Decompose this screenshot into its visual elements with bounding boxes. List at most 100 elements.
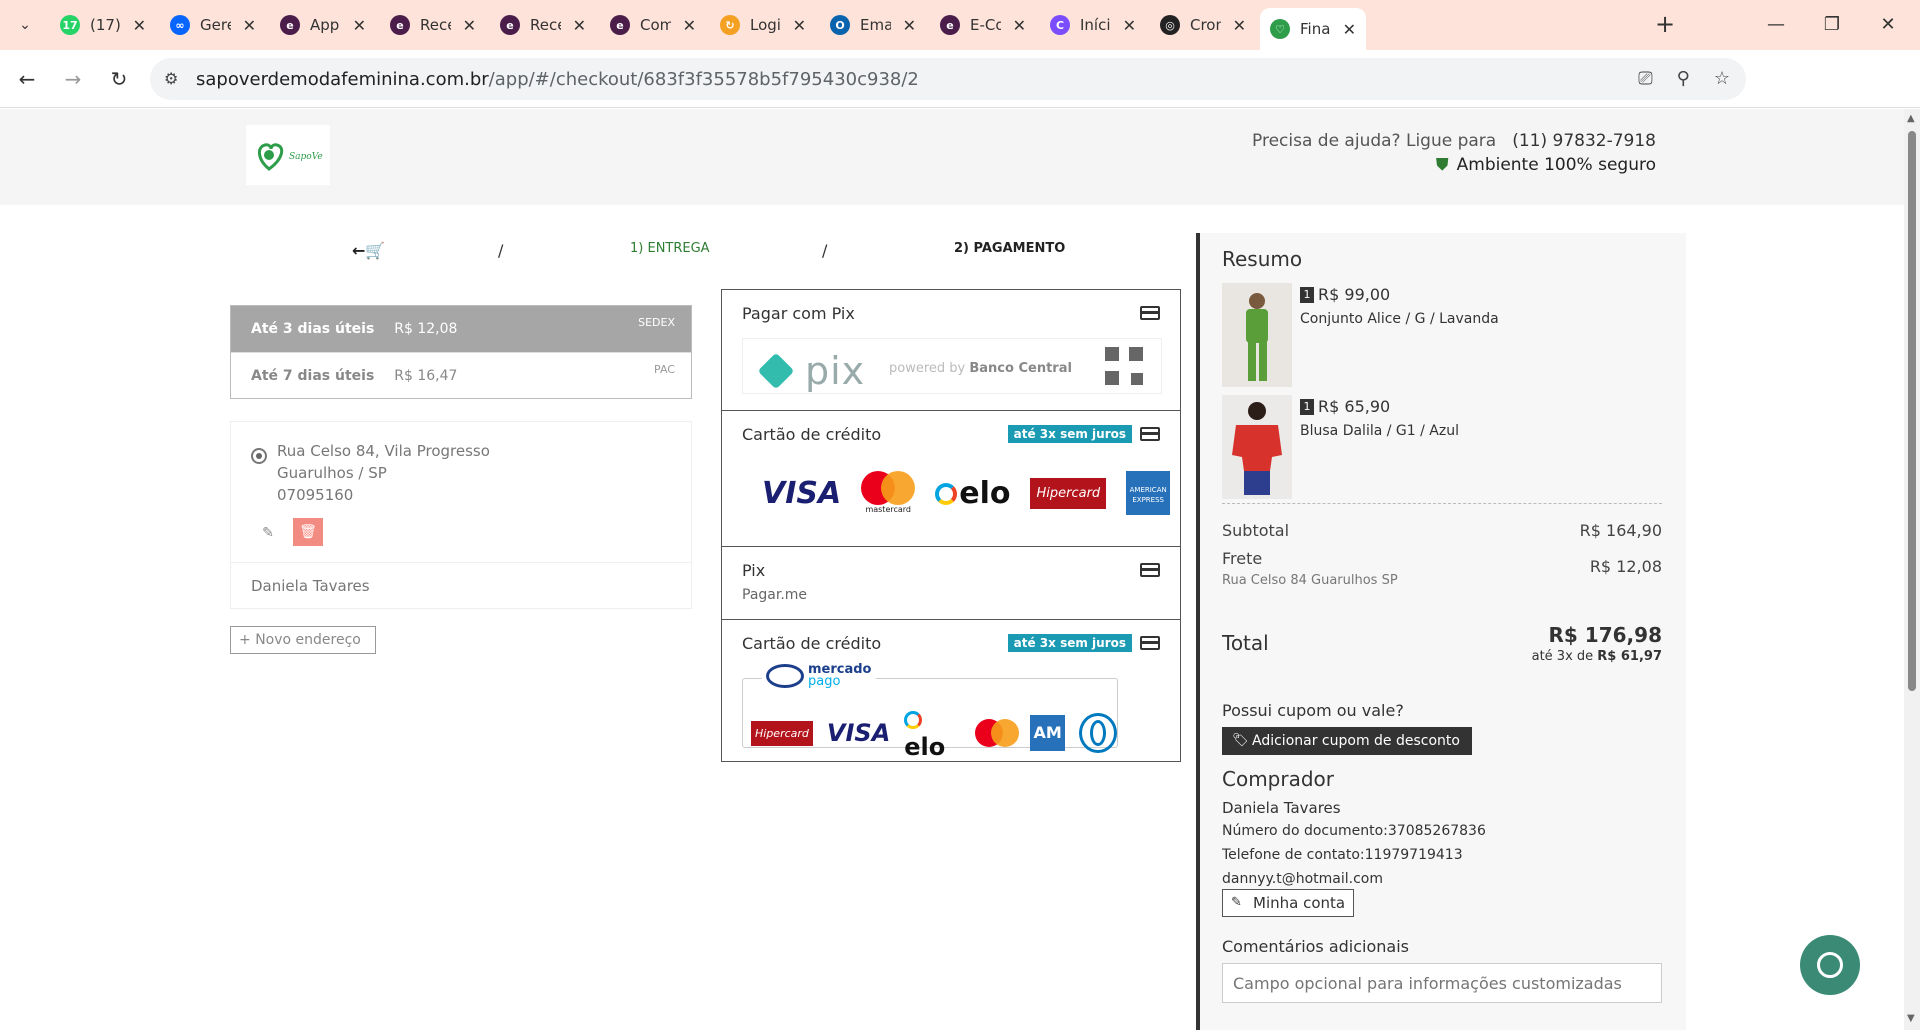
trash-icon[interactable]: 🗑: [293, 518, 323, 546]
tab-close-icon[interactable]: ✕: [683, 16, 696, 35]
product-image[interactable]: [1222, 395, 1292, 499]
diners-logo: [1079, 713, 1117, 753]
checkout-page: SapoVerde Precisa de ajuda? Ligue para (1…: [0, 109, 1920, 1030]
installments-value: R$ 61,97: [1597, 649, 1662, 664]
product-image[interactable]: [1222, 283, 1292, 387]
bookmark-star-icon[interactable]: ☆: [1714, 68, 1730, 89]
browser-tab[interactable]: e Como ✕: [600, 8, 706, 42]
back-to-cart-icon[interactable]: ←🛒: [352, 241, 385, 260]
item-price: R$ 65,90: [1318, 397, 1391, 416]
address-bar[interactable]: ⚙ sapoverdemodafeminina.com.br/app/#/che…: [150, 58, 1746, 100]
store-logo[interactable]: SapoVerde: [246, 125, 330, 185]
card-icon: [1140, 306, 1160, 320]
tab-close-icon[interactable]: ✕: [1013, 16, 1026, 35]
tab-close-icon[interactable]: ✕: [1343, 20, 1356, 39]
browser-tab[interactable]: e Recent ✕: [490, 8, 596, 42]
my-account-button[interactable]: ✎ Minha conta: [1222, 889, 1355, 917]
tab-favicon-icon: 17: [60, 15, 80, 35]
browser-tab[interactable]: C Início ✕: [1040, 8, 1146, 42]
browser-tab[interactable]: e App: P ✕: [270, 8, 376, 42]
mercadopago-logo: mercado pago: [762, 663, 876, 689]
pix-diamond-icon: [757, 352, 795, 390]
hipercard-logo: Hipercard: [1030, 477, 1107, 509]
whatsapp-icon: [1817, 952, 1843, 978]
tab-close-icon[interactable]: ✕: [793, 16, 806, 35]
payment-credit-card[interactable]: Cartão de crédito até 3x sem juros VISA …: [722, 410, 1180, 546]
new-address-button[interactable]: + Novo endereço: [230, 626, 376, 654]
reload-button[interactable]: ↻: [104, 64, 134, 94]
tab-title: Gerenc: [200, 16, 231, 34]
browser-tab[interactable]: 17 (17) W ✕: [50, 8, 156, 42]
amex-logo: AMERICAN EXPRESS: [1126, 471, 1171, 515]
pencil-icon[interactable]: ✎: [257, 522, 279, 544]
comments-input[interactable]: [1222, 963, 1662, 1003]
subtotal-label: Subtotal: [1222, 521, 1290, 540]
tag-icon: 🏷: [1232, 733, 1249, 748]
payment-pix-pagarme[interactable]: Pix Pagar.me: [722, 546, 1180, 619]
browser-tab[interactable]: ∞ Gerenc ✕: [160, 8, 266, 42]
installments-badge: até 3x sem juros: [1007, 425, 1132, 443]
add-coupon-button[interactable]: 🏷 Adicionar cupom de desconto: [1222, 727, 1472, 755]
browser-tab[interactable]: e E-Com ✕: [930, 8, 1036, 42]
browser-tab[interactable]: O Email - ✕: [820, 8, 926, 42]
close-window-button[interactable]: ✕: [1868, 10, 1908, 40]
amex-logo: AM EX: [1030, 715, 1066, 778]
tab-close-icon[interactable]: ✕: [1233, 16, 1246, 35]
add-coupon-label: Adicionar cupom de desconto: [1252, 733, 1460, 749]
buyer-name: Daniela Tavares: [1222, 799, 1341, 817]
installments-info: até 3x de R$ 61,97: [1532, 649, 1662, 664]
payment-pix[interactable]: Pagar com Pix pix powered by Banco Centr…: [722, 290, 1180, 410]
item-qty: 1: [1300, 287, 1314, 303]
url-path: /app/#/checkout/683f3f35578b5f795430c938…: [488, 69, 919, 90]
browser-tab[interactable]: ↻ Login | ✕: [710, 8, 816, 42]
browser-tab[interactable]: e Recent ✕: [380, 8, 486, 42]
tab-close-icon[interactable]: ✕: [903, 16, 916, 35]
tab-favicon-icon: O: [830, 15, 850, 35]
install-app-icon[interactable]: ⎚: [1638, 68, 1652, 89]
browser-tab[interactable]: ◎ Crono ✕: [1150, 8, 1256, 42]
step-entrega[interactable]: 1) ENTREGA: [630, 241, 710, 256]
shipping-option-pac[interactable]: Até 7 dias úteis R$ 16,47 PAC: [231, 352, 691, 398]
tab-title: Finaliz: [1300, 20, 1331, 38]
tab-title: Crono: [1190, 16, 1221, 34]
tab-close-icon[interactable]: ✕: [463, 16, 476, 35]
shipping-carrier: SEDEX: [638, 316, 675, 329]
scroll-thumb[interactable]: [1908, 131, 1916, 691]
mp-bottom-text: pago: [808, 674, 841, 689]
shipping-option-sedex[interactable]: Até 3 dias úteis R$ 12,08 SEDEX: [231, 306, 691, 352]
scroll-down-icon[interactable]: ▼: [1907, 1013, 1915, 1024]
help-phone[interactable]: (11) 97832-7918: [1512, 131, 1656, 151]
pix-banner: pix powered by Banco Central: [742, 338, 1162, 394]
whatsapp-button[interactable]: [1800, 935, 1860, 995]
total-label: Total: [1222, 631, 1269, 655]
tab-close-icon[interactable]: ✕: [243, 16, 256, 35]
minimize-button[interactable]: —: [1756, 10, 1796, 40]
payment-provider: Pagar.me: [742, 587, 808, 603]
installments-badge: até 3x sem juros: [1007, 634, 1132, 652]
tab-favicon-icon: ◎: [1160, 15, 1180, 35]
page-scrollbar[interactable]: ▲ ▼: [1904, 109, 1920, 1030]
tab-title: Email -: [860, 16, 891, 34]
back-button[interactable]: ←: [12, 64, 42, 94]
tab-close-icon[interactable]: ✕: [573, 16, 586, 35]
tab-close-icon[interactable]: ✕: [133, 16, 146, 35]
new-tab-button[interactable]: +: [1650, 10, 1680, 40]
handshake-icon: [766, 664, 804, 688]
summary-title: Resumo: [1222, 247, 1303, 271]
maximize-button[interactable]: ❐: [1812, 10, 1852, 40]
shipping-options: Até 3 dias úteis R$ 12,08 SEDEX Até 7 di…: [230, 305, 692, 399]
forward-button[interactable]: →: [58, 64, 88, 94]
address-radio[interactable]: [251, 448, 267, 464]
tab-close-icon[interactable]: ✕: [353, 16, 366, 35]
tab-favicon-icon: e: [390, 15, 410, 35]
site-info-icon[interactable]: ⚙: [164, 69, 178, 88]
shipping-days: Até 7 dias úteis: [251, 367, 375, 384]
tab-search-button[interactable]: ⌄: [10, 10, 40, 40]
payment-credit-card-mercadopago[interactable]: Cartão de crédito até 3x sem juros Hiper…: [722, 619, 1180, 778]
item-qty: 1: [1300, 399, 1314, 415]
shipping-label: Frete: [1222, 549, 1263, 568]
browser-tab[interactable]: ♡ Finaliz ✕: [1260, 8, 1366, 50]
scroll-up-icon[interactable]: ▲: [1907, 113, 1915, 124]
tab-close-icon[interactable]: ✕: [1123, 16, 1136, 35]
zoom-icon[interactable]: ⚲: [1677, 68, 1690, 89]
